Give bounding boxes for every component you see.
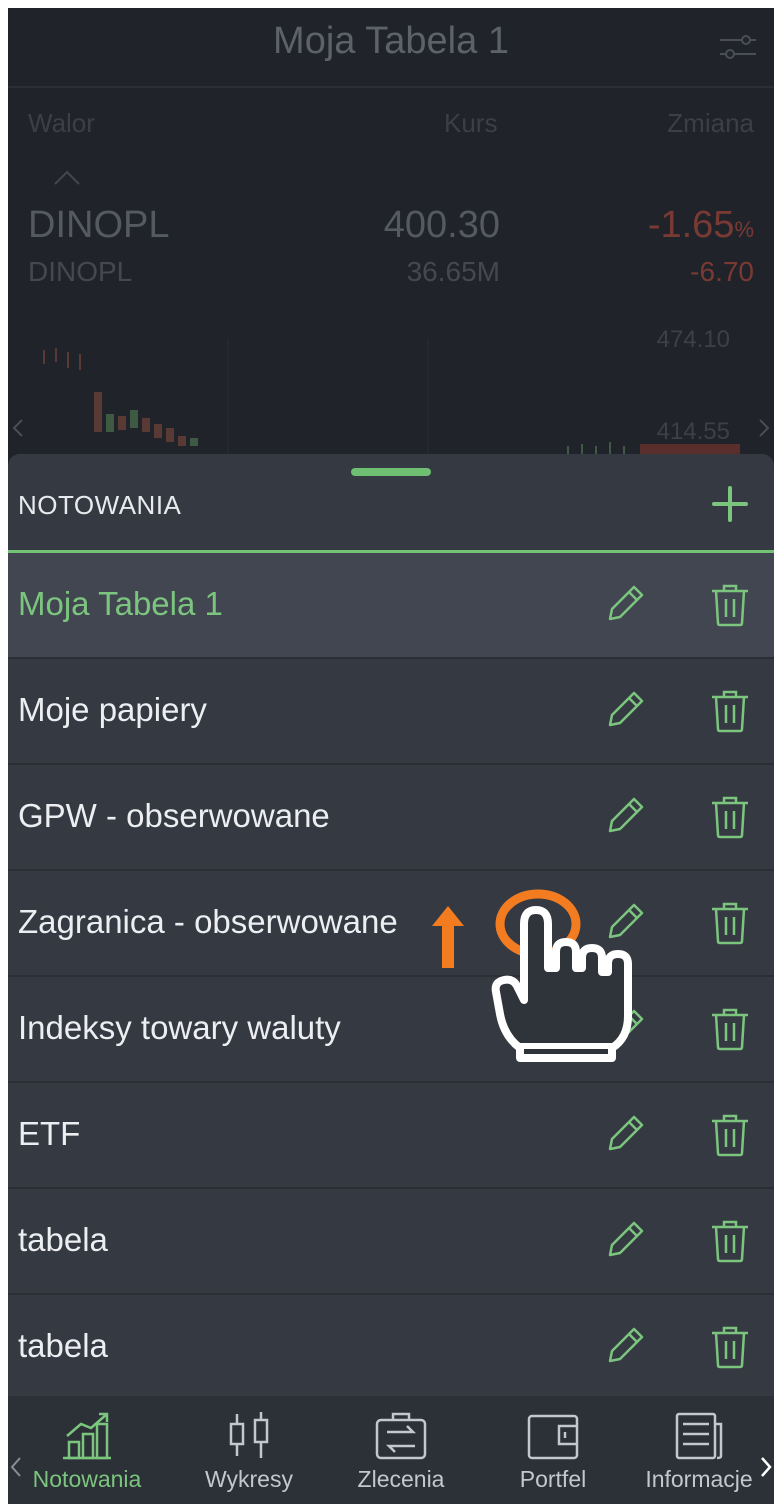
add-table-button[interactable]	[710, 484, 750, 524]
tables-list: Moja Tabela 1 Moje papiery GPW - obserwowa…	[8, 553, 774, 1401]
nav-label-zlecenia: Zlecenia	[357, 1466, 445, 1492]
table-row-label: ETF	[18, 1115, 81, 1152]
nav-zlecenia[interactable]: Zlecenia	[326, 1396, 476, 1504]
table-row[interactable]: ETF	[8, 1083, 774, 1189]
instrument-symbol-sub: DINOPL	[28, 256, 133, 287]
column-walor: Walor	[28, 108, 95, 138]
touch-hand-icon	[491, 889, 632, 1062]
instrument-change-pct: -1.65%	[647, 204, 754, 246]
delete-trash-icon[interactable]	[710, 1007, 750, 1051]
tables-bottom-sheet: NOTOWANIA Moja Tabela 1 Moje papiery GPW -…	[8, 454, 774, 1504]
background-title: Moja Tabela 1	[273, 20, 509, 62]
instrument-price: 400.30	[383, 204, 500, 246]
chart-low-value: 414.55	[656, 418, 730, 445]
column-zmiana: Zmiana	[667, 108, 754, 138]
instrument-symbol: DINOPL	[28, 204, 170, 246]
column-kurs: Kurs	[444, 108, 498, 138]
candlestick-icon	[229, 1412, 269, 1458]
edit-pencil-icon[interactable]	[602, 689, 646, 733]
delete-trash-icon[interactable]	[710, 583, 750, 627]
settings-sliders-icon	[720, 35, 756, 59]
edit-pencil-icon[interactable]	[602, 1219, 646, 1263]
table-row[interactable]: Indeksy towary waluty	[8, 977, 774, 1083]
table-row-label: tabela	[18, 1221, 108, 1258]
nav-label-informacje: Informacje	[645, 1466, 753, 1492]
edit-pencil-icon[interactable]	[602, 1113, 646, 1157]
delete-trash-icon[interactable]	[710, 1219, 750, 1263]
table-row-label: Moje papiery	[18, 691, 207, 728]
nav-notowania[interactable]: Notowania	[12, 1396, 162, 1504]
instrument-volume: 36.65M	[406, 256, 500, 287]
bottom-navigation: Notowania Wykresy Zlecenia Portfel Infor…	[8, 1396, 774, 1504]
instrument-change-abs: -6.70	[690, 256, 754, 287]
chart-high-value: 474.10	[656, 326, 730, 353]
transfer-icon	[375, 1412, 427, 1460]
table-row[interactable]: Moje papiery	[8, 659, 774, 765]
nav-wykresy[interactable]: Wykresy	[174, 1396, 324, 1504]
nav-label-notowania: Notowania	[32, 1466, 142, 1492]
chevron-up-icon	[54, 170, 80, 185]
sheet-title: NOTOWANIA	[18, 490, 182, 520]
delete-trash-icon[interactable]	[710, 795, 750, 839]
nav-portfel[interactable]: Portfel	[478, 1396, 628, 1504]
table-row-label: tabela	[18, 1327, 108, 1364]
news-icon	[675, 1412, 723, 1460]
table-row[interactable]: Zagranica - obserwowane	[8, 871, 774, 977]
delete-trash-icon[interactable]	[710, 1113, 750, 1157]
table-row[interactable]: tabela	[8, 1189, 774, 1295]
delete-trash-icon[interactable]	[710, 1325, 750, 1369]
delete-trash-icon[interactable]	[710, 901, 750, 945]
background-quotes-view: Moja Tabela 1 Walor Kurs Zmiana DINOPL D…	[8, 8, 774, 468]
nav-label-wykresy: Wykresy	[205, 1466, 293, 1492]
sheet-drag-handle[interactable]	[351, 468, 431, 476]
drag-up-arrow-icon	[432, 906, 464, 968]
bar-chart-icon	[63, 1412, 111, 1460]
phone-screen: Moja Tabela 1 Walor Kurs Zmiana DINOPL D…	[8, 8, 774, 1504]
nav-label-portfel: Portfel	[519, 1466, 587, 1492]
wallet-icon	[527, 1414, 579, 1460]
table-row-label: Moja Tabela 1	[18, 585, 223, 622]
table-row[interactable]: Moja Tabela 1	[8, 553, 774, 659]
edit-pencil-icon[interactable]	[602, 795, 646, 839]
table-row[interactable]: GPW - obserwowane	[8, 765, 774, 871]
delete-trash-icon[interactable]	[710, 689, 750, 733]
table-row[interactable]: tabela	[8, 1295, 774, 1401]
edit-pencil-icon[interactable]	[602, 1325, 646, 1369]
nav-scroll-right-icon[interactable]	[760, 1456, 772, 1478]
background-header: Moja Tabela 1	[8, 8, 774, 88]
nav-informacje[interactable]: Informacje	[624, 1396, 774, 1504]
table-row-label: GPW - obserwowane	[18, 797, 330, 834]
edit-pencil-icon[interactable]	[602, 583, 646, 627]
table-row-label: Zagranica - obserwowane	[18, 903, 398, 940]
table-row-label: Indeksy towary waluty	[18, 1009, 341, 1046]
